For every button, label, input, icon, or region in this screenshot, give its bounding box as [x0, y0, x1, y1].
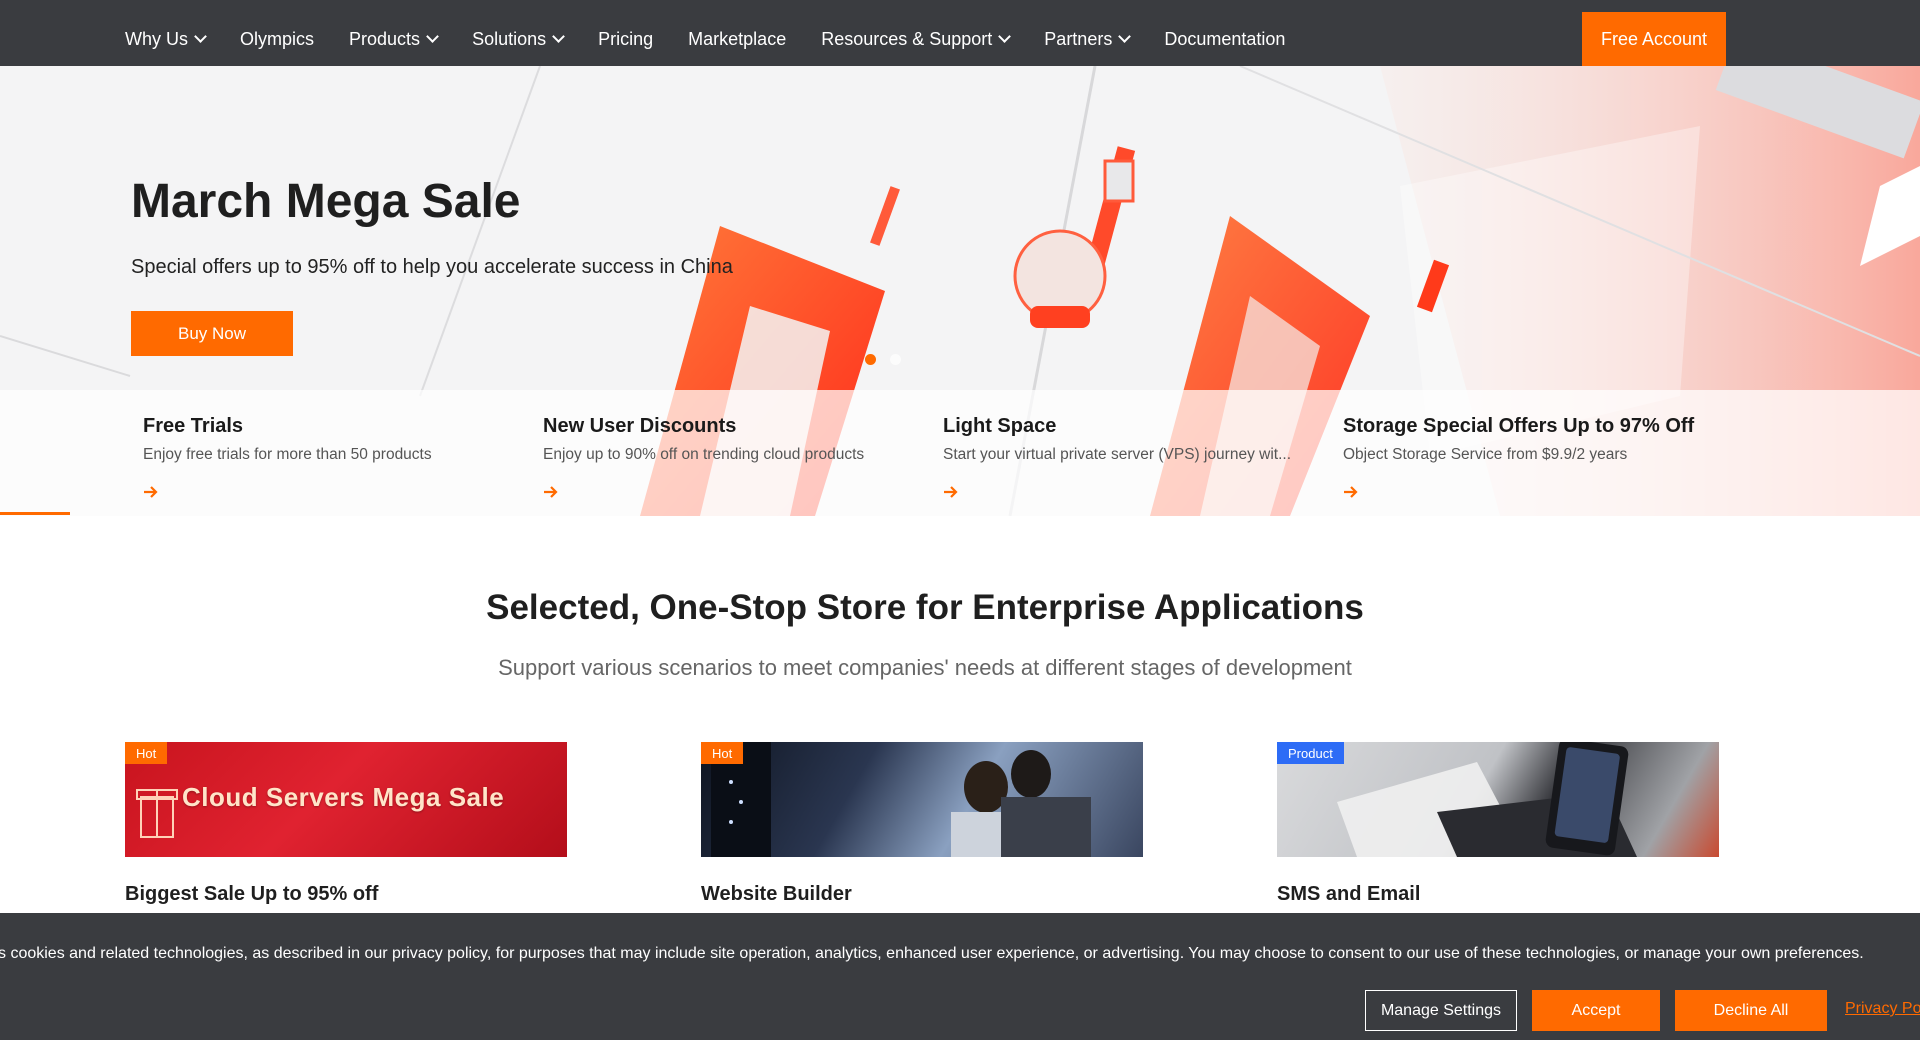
carousel-dot-active[interactable] [865, 354, 876, 365]
buy-now-button[interactable]: Buy Now [131, 311, 293, 356]
promo-title: New User Discounts [543, 415, 737, 437]
chevron-down-icon [426, 30, 439, 43]
promo-description: Enjoy free trials for more than 50 produ… [143, 446, 432, 463]
hero-subtitle: Special offers up to 95% off to help you… [131, 256, 733, 278]
hot-badge: Hot [125, 742, 168, 764]
nav-item-label: Pricing [598, 28, 654, 49]
top-strip [0, 0, 1920, 12]
accept-button[interactable]: Accept [1532, 990, 1660, 1031]
nav-item-label: Documentation [1164, 28, 1286, 49]
nav-item-label: Products [349, 28, 421, 49]
section-title: Selected, One-Stop Store for Enterprise … [486, 588, 1364, 627]
section-subtitle: Support various scenarios to meet compan… [498, 655, 1352, 680]
promo-title: Storage Special Offers Up to 97% Off [1343, 415, 1695, 437]
carousel-indicators [865, 354, 915, 365]
arrow-right-icon[interactable] [143, 485, 159, 499]
hot-badge: Hot [701, 742, 744, 764]
cookie-notice-text: s cookies and related technologies, as d… [0, 945, 1864, 962]
product-card-cloud-servers-sale[interactable]: Hot Cloud Servers Mega Sale Biggest Sale… [125, 742, 567, 906]
nav-item-olympics[interactable]: Olympics [240, 29, 314, 50]
chevron-down-icon [552, 30, 565, 43]
promo-free-trials[interactable]: Free Trials Enjoy free trials for more t… [143, 390, 523, 516]
hero-title: March Mega Sale [131, 175, 521, 228]
card-image-caption: Cloud Servers Mega Sale [182, 782, 505, 812]
nav-item-pricing[interactable]: Pricing [598, 29, 653, 50]
card-image[interactable]: Hot Cloud Servers Mega Sale [125, 742, 567, 857]
arrow-right-icon[interactable] [543, 485, 559, 499]
card-title: Biggest Sale Up to 95% off [125, 883, 379, 905]
nav-item-documentation[interactable]: Documentation [1164, 29, 1285, 50]
promo-bar: Free Trials Enjoy free trials for more t… [0, 390, 1920, 516]
promo-light-space[interactable]: Light Space Start your virtual private s… [943, 390, 1323, 516]
arrow-right-icon[interactable] [1343, 485, 1359, 499]
arrow-right-icon[interactable] [943, 485, 959, 499]
promo-title: Light Space [943, 415, 1057, 437]
promo-description: Object Storage Service from $9.9/2 years [1343, 446, 1628, 463]
card-title: Website Builder [701, 883, 852, 905]
product-card-website-builder[interactable]: Hot Website Builder [701, 742, 1143, 906]
promo-new-user-discounts[interactable]: New User Discounts Enjoy up to 90% off o… [543, 390, 923, 516]
nav-item-label: Solutions [472, 28, 547, 49]
nav-item-resources-support[interactable]: Resources & Support [821, 28, 1012, 50]
chevron-down-icon [194, 30, 207, 43]
card-title: SMS and Email [1277, 883, 1421, 905]
manage-settings-button[interactable]: Manage Settings [1365, 990, 1517, 1031]
free-account-button[interactable]: Free Account [1582, 12, 1726, 66]
product-badge: Product [1277, 742, 1344, 764]
datacenter-photo [711, 742, 1091, 857]
card-image[interactable]: Hot [701, 742, 1143, 857]
promo-title: Free Trials [143, 415, 244, 437]
hero-banner: March Mega Sale Special offers up to 95%… [0, 66, 1920, 516]
nav-item-label: Olympics [240, 28, 315, 49]
promo-description: Enjoy up to 90% off on trending cloud pr… [543, 446, 865, 463]
nav-item-label: Why Us [125, 28, 188, 49]
chevron-down-icon [1118, 30, 1132, 43]
nav-item-solutions[interactable]: Solutions [472, 28, 565, 50]
chevron-down-icon [998, 30, 1012, 43]
decline-all-button[interactable]: Decline All [1675, 990, 1827, 1031]
carousel-dot[interactable] [890, 354, 901, 365]
top-navigation: Why Us Olympics Products Solutions Prici… [0, 12, 1920, 66]
promo-storage-special-offers[interactable]: Storage Special Offers Up to 97% Off Obj… [1343, 390, 1803, 516]
nav-item-partners[interactable]: Partners [1044, 28, 1132, 50]
card-image[interactable]: Product [1277, 742, 1719, 857]
privacy-policy-link[interactable]: Privacy Po [1845, 1000, 1920, 1018]
nav-item-why-us[interactable]: Why Us [125, 28, 207, 50]
nav-item-label: Marketplace [688, 28, 787, 49]
nav-item-label: Partners [1044, 28, 1113, 49]
nav-item-products[interactable]: Products [349, 28, 439, 50]
promo-description: Start your virtual private server (VPS) … [943, 446, 1292, 463]
nav-item-label: Resources & Support [821, 28, 993, 49]
promo-active-indicator [0, 512, 70, 515]
nav-menu: Why Us Olympics Products Solutions Prici… [125, 12, 1320, 66]
gift-box-icon [136, 789, 178, 838]
cookie-consent-banner: s cookies and related technologies, as d… [0, 913, 1920, 1040]
nav-item-marketplace[interactable]: Marketplace [688, 29, 786, 50]
product-card-sms-email[interactable]: Product SMS and Email [1277, 742, 1719, 906]
